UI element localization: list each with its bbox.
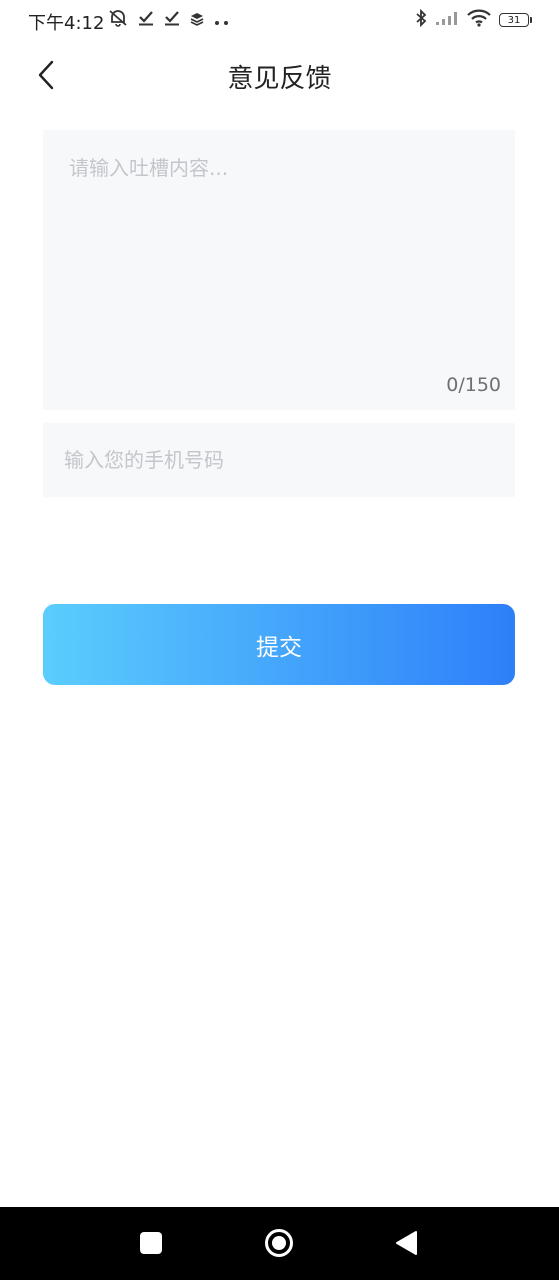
system-navigation-bar xyxy=(0,1207,559,1280)
check-icon xyxy=(164,10,180,30)
wifi-icon xyxy=(467,9,491,31)
submit-button[interactable]: 提交 xyxy=(43,604,515,685)
back-triangle-icon[interactable] xyxy=(394,1230,418,1256)
recents-square-icon[interactable] xyxy=(140,1232,162,1254)
status-time: 下午4:12 xyxy=(28,13,105,34)
layers-icon xyxy=(190,11,204,30)
battery-level: 31 xyxy=(507,14,521,26)
home-circle-icon[interactable] xyxy=(264,1228,294,1258)
feedback-box: 0/150 xyxy=(43,130,515,410)
char-counter: 0/150 xyxy=(446,374,501,396)
status-system-icons: 31 xyxy=(415,8,532,31)
battery-icon: 31 xyxy=(499,13,532,27)
mute-bell-icon xyxy=(108,9,128,31)
more-dots-icon xyxy=(214,11,230,30)
phone-field-container xyxy=(43,423,515,497)
status-notification-icons xyxy=(108,10,230,30)
signal-icon xyxy=(435,10,459,30)
page-title: 意见反馈 xyxy=(227,64,332,94)
bluetooth-icon xyxy=(415,8,427,31)
page-header: 意见反馈 xyxy=(0,50,559,100)
phone-input[interactable] xyxy=(43,423,515,497)
feedback-textarea[interactable] xyxy=(43,130,515,370)
status-bar: 下午4:12 31 xyxy=(0,0,559,40)
check-icon xyxy=(138,10,154,30)
